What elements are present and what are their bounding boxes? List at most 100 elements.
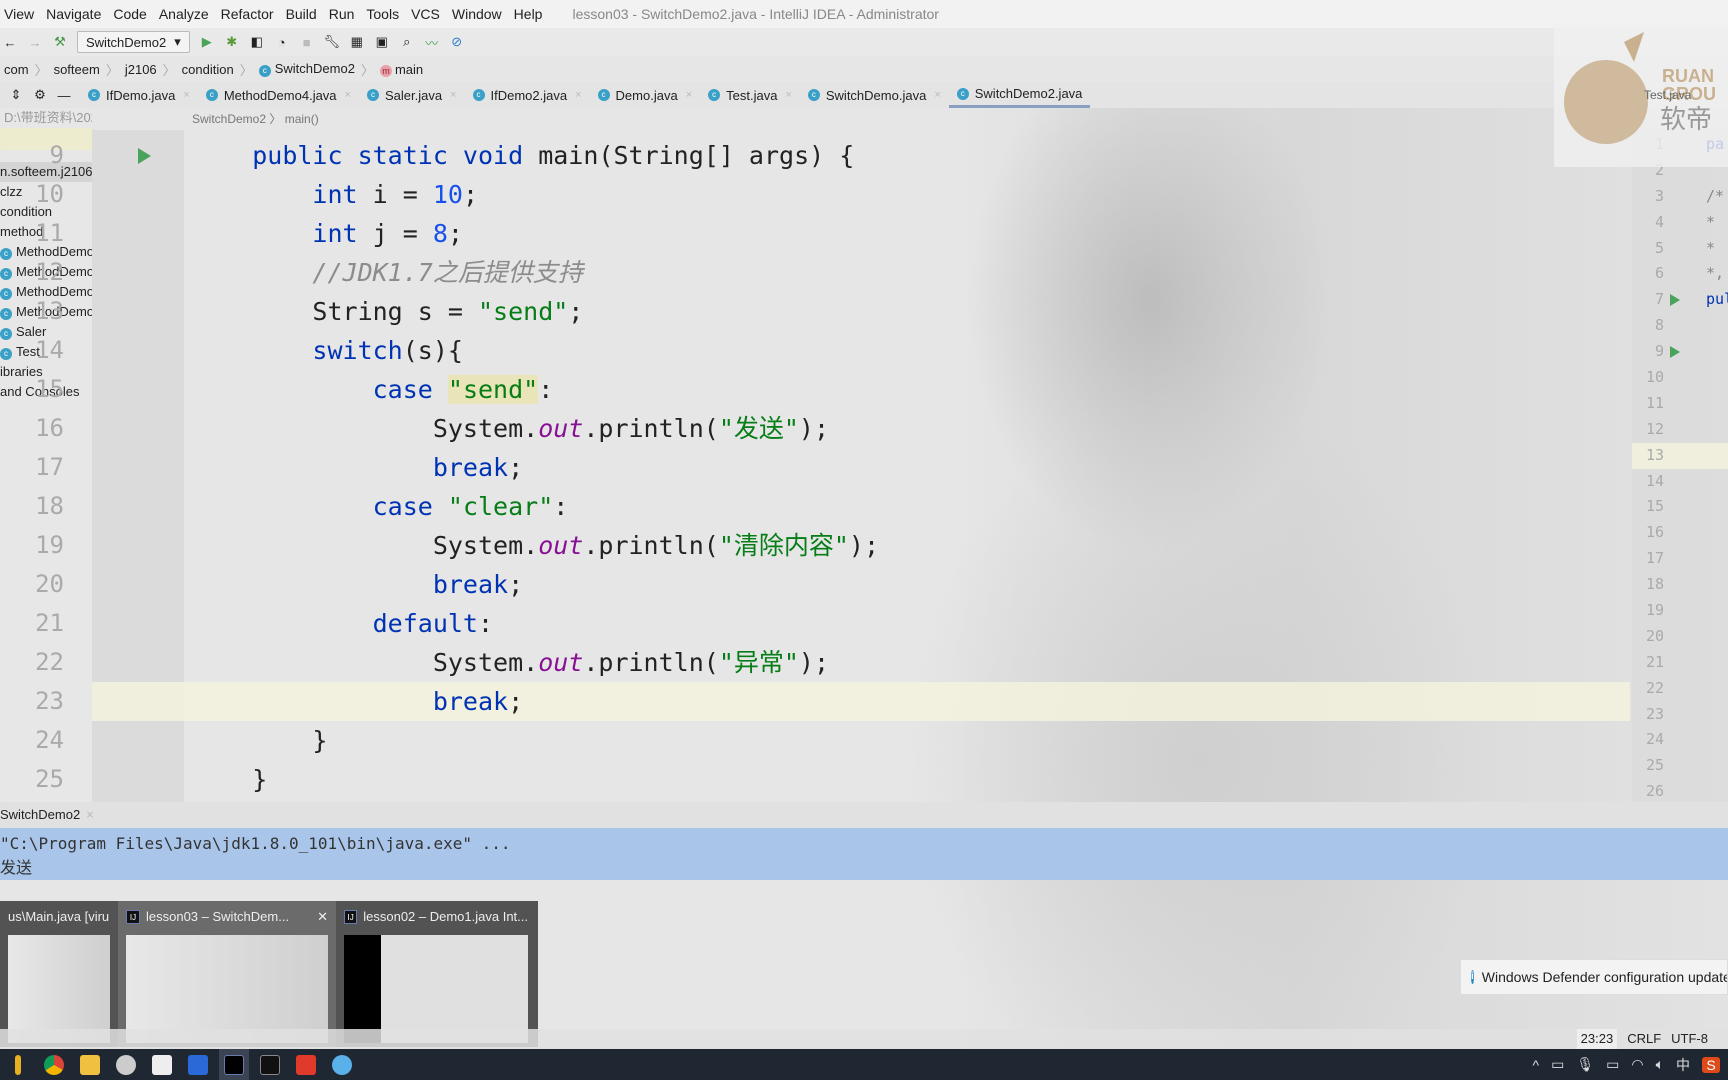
breadcrumb-item[interactable]: m main [379, 62, 423, 77]
intellij-icon[interactable] [219, 1049, 249, 1080]
split-code-line[interactable]: 7 pul [1632, 287, 1728, 313]
right-tab-label[interactable]: Test.java [1644, 88, 1691, 102]
code-line[interactable]: 20 break; [35, 565, 1630, 604]
split-code-line[interactable]: 5 * [1632, 236, 1728, 262]
menu-vcs[interactable]: VCS [411, 6, 440, 22]
code-line[interactable]: 13 String s = "send"; [35, 292, 1630, 331]
code-line[interactable]: 22 System.out.println("异常"); [35, 643, 1630, 682]
hide-icon[interactable]: — [56, 87, 72, 103]
terminal-icon[interactable]: ▣ [374, 34, 390, 50]
code-line[interactable]: 10 int i = 10; [35, 175, 1630, 214]
tab-demo-java[interactable]: c Demo.java × [590, 82, 701, 108]
code-line[interactable]: 11 int j = 8; [35, 214, 1630, 253]
run-gutter-icon[interactable] [1670, 346, 1680, 359]
breadcrumb-item[interactable]: com [4, 62, 29, 77]
gear-icon[interactable]: ⚙ [32, 87, 48, 103]
settings-icon[interactable] [111, 1049, 141, 1080]
build-hammer-icon[interactable]: ⚒ [52, 34, 68, 50]
run-gutter-icon[interactable] [138, 148, 151, 164]
breadcrumb-item[interactable]: condition [182, 62, 234, 77]
split-code-line[interactable]: 15 [1632, 494, 1728, 520]
code-line[interactable]: 17 break; [35, 448, 1630, 487]
tab-test-java[interactable]: c Test.java × [700, 82, 800, 108]
split-code-line[interactable]: 3 /* [1632, 184, 1728, 210]
back-icon[interactable]: ← [2, 34, 18, 50]
menu-analyze[interactable]: Analyze [159, 6, 209, 22]
split-code-line[interactable]: 10 [1632, 365, 1728, 391]
split-code-line[interactable]: 12 [1632, 417, 1728, 443]
close-icon[interactable]: × [183, 89, 189, 101]
chrome-icon[interactable] [39, 1049, 69, 1080]
xmind-icon[interactable] [291, 1049, 321, 1080]
profile-icon[interactable]: ◔ [274, 34, 290, 50]
close-icon[interactable]: × [575, 89, 581, 101]
close-icon[interactable]: × [686, 89, 692, 101]
split-code-line[interactable]: 9 [1632, 339, 1728, 365]
split-code-line[interactable]: 4 * [1632, 210, 1728, 236]
menu-tools[interactable]: Tools [366, 6, 399, 22]
activity-icon[interactable]: 〰 [424, 34, 440, 51]
task-switcher-window[interactable]: us\Main.java [viru... [0, 901, 118, 1047]
volume-icon[interactable]: 🔈︎ [1656, 1056, 1664, 1073]
split-code-line[interactable]: 25 [1632, 753, 1728, 779]
code-line[interactable]: 25 } [35, 760, 1630, 799]
console-output[interactable]: "C:\Program Files\Java\jdk1.8.0_101\bin\… [0, 828, 1728, 880]
wps-icon[interactable] [183, 1049, 213, 1080]
collapse-icon[interactable]: ⇕ [8, 87, 24, 103]
camera-icon[interactable]: ▭ [1551, 1056, 1564, 1073]
tab-methoddemo4-java[interactable]: c MethodDemo4.java × [198, 82, 359, 108]
run-console-tab[interactable]: SwitchDemo2 × [0, 802, 1728, 828]
close-icon[interactable]: × [934, 89, 940, 101]
project-structure-icon[interactable]: ▦ [349, 34, 365, 50]
split-code-line[interactable]: 19 [1632, 598, 1728, 624]
battery-icon[interactable]: ▭ [1606, 1056, 1619, 1073]
sogou-icon[interactable]: S [1702, 1056, 1720, 1073]
split-code-line[interactable]: 20 [1632, 624, 1728, 650]
close-icon[interactable]: × [345, 89, 351, 101]
code-line[interactable]: 18 case "clear": [35, 487, 1630, 526]
code-line[interactable]: 24 } [35, 721, 1630, 760]
tab-saler-java[interactable]: c Saler.java × [359, 82, 465, 108]
split-code-line[interactable]: 14 [1632, 469, 1728, 495]
microphone-icon[interactable]: 🎙︎ [1576, 1056, 1594, 1073]
code-line[interactable]: 9 public static void main(String[] args)… [50, 136, 1630, 175]
task-switcher-window[interactable]: IJ lesson02 – Demo1.java Int... [336, 901, 536, 1047]
search-icon[interactable]: ⌕ [399, 34, 415, 50]
encoding[interactable]: UTF-8 [1671, 1029, 1708, 1049]
run-gutter-icon[interactable] [1670, 294, 1680, 307]
split-code-line[interactable]: 16 [1632, 520, 1728, 546]
cmd-icon[interactable] [255, 1049, 285, 1080]
debug-icon[interactable]: ✱ [224, 34, 240, 50]
wifi-icon[interactable]: ◠ [1631, 1056, 1643, 1073]
menu-navigate[interactable]: Navigate [46, 6, 101, 22]
code-line[interactable]: 16 System.out.println("发送"); [35, 409, 1630, 448]
split-code-line[interactable]: 13 [1632, 442, 1728, 469]
split-code-line[interactable]: 17 [1632, 546, 1728, 572]
tab-ifdemo-java[interactable]: c IfDemo.java × [80, 82, 198, 108]
code-line[interactable]: 23 break; [35, 682, 1630, 721]
taskbar-app-icon[interactable] [3, 1049, 33, 1080]
menu-view[interactable]: View [4, 6, 34, 22]
close-icon[interactable]: ✕ [317, 905, 328, 929]
notepad-icon[interactable] [147, 1049, 177, 1080]
ime-indicator[interactable]: 中 [1676, 1055, 1690, 1075]
menu-run[interactable]: Run [329, 6, 355, 22]
split-code-line[interactable]: 23 [1632, 702, 1728, 728]
no-sign-icon[interactable]: ⊘ [449, 34, 465, 50]
code-line[interactable]: 12 //JDK1.7之后提供支持 [35, 253, 1630, 292]
breadcrumb-item[interactable]: softeem [54, 62, 100, 77]
split-code-line[interactable]: 24 [1632, 727, 1728, 753]
run-config-select[interactable]: SwitchDemo2 ▾ [77, 31, 190, 53]
menu-help[interactable]: Help [514, 6, 543, 22]
settings-wrench-icon[interactable]: 🔧︎ [323, 34, 340, 50]
chevron-up-icon[interactable]: ^ [1533, 1057, 1540, 1073]
tab-ifdemo2-java[interactable]: c IfDemo2.java × [465, 82, 590, 108]
menu-code[interactable]: Code [113, 6, 146, 22]
stop-icon[interactable]: ■ [299, 34, 315, 50]
menu-refactor[interactable]: Refactor [221, 6, 274, 22]
split-code-line[interactable]: 6 *, [1632, 261, 1728, 287]
coverage-icon[interactable]: ◧ [249, 34, 265, 50]
breadcrumb-item[interactable]: j2106 [125, 62, 157, 77]
caret-position[interactable]: 23:23 [1576, 1029, 1618, 1049]
split-code-line[interactable]: 22 [1632, 676, 1728, 702]
